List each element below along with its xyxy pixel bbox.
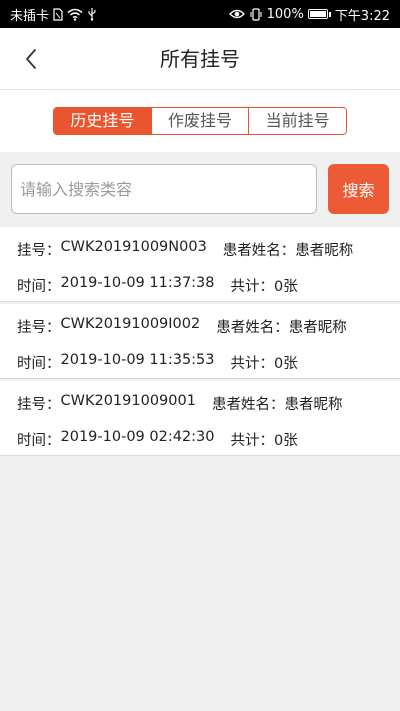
total-pair: 共计： 0张 — [231, 352, 298, 373]
patient-value: 患者昵称 — [288, 319, 347, 336]
tabs-bar: 历史挂号 作废挂号 当前挂号 — [0, 90, 400, 152]
patient-pair: 患者姓名： 患者昵称 — [216, 316, 347, 337]
patient-value: 患者昵称 — [295, 242, 354, 259]
status-bar: 未插卡 100% 下午3:22 — [0, 0, 400, 28]
status-right: 100% 下午3:22 — [228, 5, 390, 24]
battery-icon — [307, 9, 331, 19]
battery-level-fill — [309, 11, 326, 17]
search-area: 搜索 — [0, 152, 400, 226]
time-pair: 时间： 2019-10-09 02:42:30 — [17, 429, 215, 450]
total-value: 0张 — [274, 432, 298, 449]
time-label: 时间： — [17, 278, 61, 295]
battery-cap — [328, 11, 331, 17]
list-item-row-top: 挂号： CWK20191009N003 患者姓名： 患者昵称 — [17, 227, 400, 267]
page-title: 所有挂号 — [160, 47, 240, 71]
patient-label: 患者姓名： — [222, 242, 296, 259]
no-sim-icon — [53, 6, 63, 22]
list-item-row-bottom: 时间： 2019-10-09 11:37:38 共计： 0张 — [17, 267, 400, 303]
number-value: CWK20191009001 — [60, 392, 196, 409]
navigation-bar: 所有挂号 — [0, 28, 400, 90]
time-pair: 时间： 2019-10-09 11:37:38 — [17, 275, 215, 296]
eye-icon — [228, 6, 245, 22]
list-item[interactable]: 挂号： CWK20191009I002 患者姓名： 患者昵称 时间： 2019-… — [0, 304, 400, 379]
total-pair: 共计： 0张 — [231, 429, 298, 450]
number-label: 挂号： — [17, 319, 61, 336]
carrier-text: 未插卡 — [10, 8, 50, 24]
patient-value: 患者昵称 — [284, 396, 343, 413]
patient-pair: 患者姓名： 患者昵称 — [223, 239, 354, 260]
registration-list: 挂号： CWK20191009N003 患者姓名： 患者昵称 时间： 2019-… — [0, 227, 400, 458]
total-pair: 共计： 0张 — [231, 275, 298, 296]
number-label: 挂号： — [17, 396, 61, 413]
total-label: 共计： — [230, 355, 275, 372]
tab-voided[interactable]: 作废挂号 — [150, 108, 249, 134]
search-input[interactable] — [11, 164, 317, 214]
usb-icon — [87, 6, 97, 22]
list-item[interactable]: 挂号： CWK20191009001 患者姓名： 患者昵称 时间： 2019-1… — [0, 381, 400, 456]
time-label: 时间： — [17, 432, 61, 449]
battery-percent-text: 100% — [266, 6, 304, 22]
clock-text: 下午3:22 — [334, 8, 390, 24]
tab-segmented-control: 历史挂号 作废挂号 当前挂号 — [53, 107, 347, 135]
total-value: 0张 — [274, 355, 298, 372]
list-item-row-bottom: 时间： 2019-10-09 11:35:53 共计： 0张 — [17, 344, 400, 380]
number-pair: 挂号： CWK20191009N003 — [17, 239, 207, 260]
number-value: CWK20191009N003 — [60, 238, 207, 255]
tab-current[interactable]: 当前挂号 — [248, 108, 346, 134]
battery-body — [307, 9, 328, 19]
number-pair: 挂号： CWK20191009001 — [17, 393, 196, 414]
tab-history[interactable]: 历史挂号 — [54, 108, 151, 134]
number-pair: 挂号： CWK20191009I002 — [17, 316, 200, 337]
time-value: 2019-10-09 02:42:30 — [60, 428, 215, 445]
list-item[interactable]: 挂号： CWK20191009N003 患者姓名： 患者昵称 时间： 2019-… — [0, 227, 400, 302]
number-label: 挂号： — [17, 242, 61, 259]
list-item-row-bottom: 时间： 2019-10-09 02:42:30 共计： 0张 — [17, 421, 400, 457]
time-value: 2019-10-09 11:37:38 — [60, 274, 215, 291]
total-value: 0张 — [274, 278, 298, 295]
total-label: 共计： — [230, 278, 275, 295]
time-value: 2019-10-09 11:35:53 — [60, 351, 215, 368]
wifi-icon — [67, 6, 83, 22]
patient-label: 患者姓名： — [211, 396, 285, 413]
time-pair: 时间： 2019-10-09 11:35:53 — [17, 352, 215, 373]
status-left: 未插卡 — [10, 5, 97, 24]
number-value: CWK20191009I002 — [60, 315, 201, 332]
patient-pair: 患者姓名： 患者昵称 — [212, 393, 343, 414]
vibrate-icon — [249, 6, 263, 22]
patient-label: 患者姓名： — [216, 319, 289, 336]
search-button[interactable]: 搜索 — [328, 164, 389, 214]
time-label: 时间： — [17, 355, 61, 372]
total-label: 共计： — [230, 432, 275, 449]
list-item-row-top: 挂号： CWK20191009001 患者姓名： 患者昵称 — [17, 381, 400, 421]
list-item-row-top: 挂号： CWK20191009I002 患者姓名： 患者昵称 — [17, 304, 400, 344]
